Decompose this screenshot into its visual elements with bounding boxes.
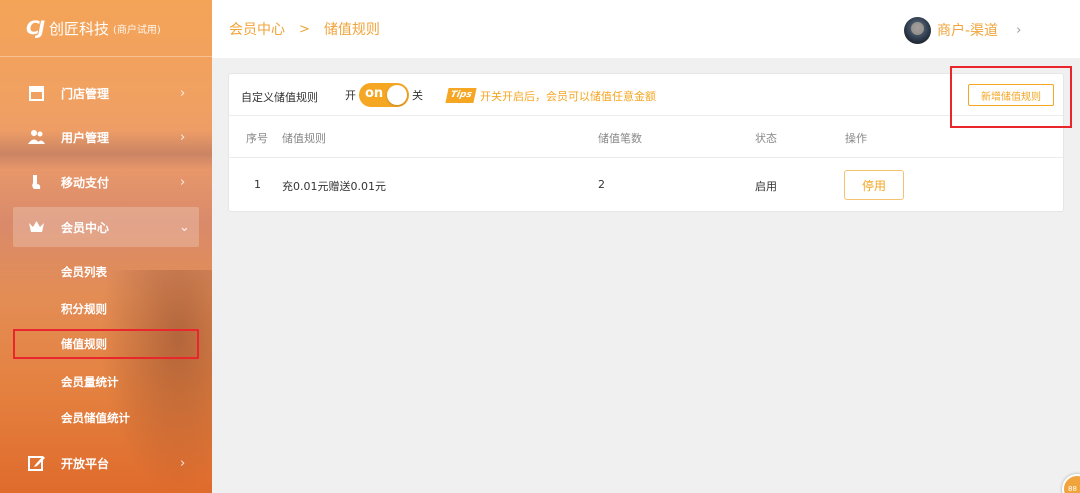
- column-header-rule: 储值规则: [282, 132, 326, 145]
- toggle-knob: [387, 85, 407, 105]
- sidebar-subitem-label: 会员量统计: [61, 375, 119, 389]
- sidebar-item-label: 会员中心: [61, 220, 110, 235]
- breadcrumb-item-member-center[interactable]: 会员中心: [229, 19, 285, 39]
- sidebar-item-open-platform[interactable]: 开放平台 ›: [0, 443, 212, 483]
- chevron-right-icon: ›: [180, 455, 186, 471]
- tips-badge-icon: Tips: [445, 88, 477, 103]
- chevron-right-icon: ›: [180, 129, 186, 145]
- logo-divider: [0, 56, 212, 57]
- column-header-status: 状态: [755, 132, 777, 145]
- add-button-highlight-outline: [950, 66, 1072, 128]
- sidebar-subitem-member-list[interactable]: 会员列表: [0, 258, 212, 286]
- chevron-down-icon: ⌄: [179, 219, 190, 235]
- column-header-count: 储值笔数: [598, 132, 642, 145]
- cell-count: 2: [598, 178, 605, 191]
- breadcrumb-separator: >: [299, 21, 310, 37]
- sidebar-item-mobile-pay[interactable]: 移动支付 ›: [0, 162, 212, 202]
- crown-icon: [29, 221, 44, 232]
- toggle-off-label: 关: [412, 89, 423, 102]
- cell-rule: 充0.01元赠送0.01元: [282, 180, 386, 193]
- sidebar-subitem-member-stats[interactable]: 会员量统计: [0, 368, 212, 396]
- logo-mark: CJ: [26, 17, 45, 39]
- custom-rule-label: 自定义储值规则: [241, 91, 318, 104]
- app-name: 创匠科技: [49, 19, 110, 38]
- breadcrumb: 会员中心 > 储值规则: [229, 19, 380, 39]
- top-header: 会员中心 > 储值规则 商户-渠道 ›: [212, 0, 1080, 58]
- sidebar-subitem-points-rules[interactable]: 积分规则: [0, 295, 212, 323]
- toggle-on-label: 开: [345, 89, 356, 102]
- sidebar-subitem-label: 会员储值统计: [61, 411, 130, 425]
- sidebar: CJ 创匠科技 (商户试用) 门店管理 › 用户管理 › 移动支付 › 会员中心…: [0, 0, 212, 493]
- store-icon: [29, 86, 44, 101]
- column-header-action: 操作: [845, 132, 867, 145]
- avatar: [904, 16, 931, 44]
- sidebar-item-label: 用户管理: [61, 130, 110, 145]
- cell-index: 1: [254, 178, 261, 191]
- table-row: 1 充0.01元赠送0.01元 2 启用 停用: [229, 158, 1063, 212]
- disable-rule-button[interactable]: 停用: [844, 170, 904, 200]
- toggle-text: on: [365, 86, 384, 101]
- sidebar-subitem-stored-value-rules[interactable]: 储值规则: [13, 329, 199, 359]
- mobile-pay-icon: [32, 175, 41, 189]
- chevron-right-icon: ›: [1016, 22, 1022, 38]
- sidebar-subitem-label: 积分规则: [61, 302, 107, 316]
- floating-badge[interactable]: 88: [1062, 474, 1080, 493]
- chevron-right-icon: ›: [180, 174, 186, 190]
- breadcrumb-item-current: 储值规则: [323, 22, 380, 38]
- sidebar-item-store[interactable]: 门店管理 ›: [0, 73, 212, 113]
- sidebar-subitem-label: 储值规则: [61, 337, 107, 351]
- column-header-index: 序号: [246, 132, 268, 145]
- sidebar-item-label: 门店管理: [61, 86, 110, 101]
- cell-status: 启用: [755, 180, 777, 193]
- stored-value-rules-card: 自定义储值规则 开 on 关 Tips 开关开启后，会员可以储值任意金额 新增储…: [228, 73, 1064, 212]
- rules-toolbar: 自定义储值规则 开 on 关 Tips 开关开启后，会员可以储值任意金额 新增储…: [229, 74, 1063, 116]
- edit-icon: [28, 456, 45, 471]
- sidebar-item-member-center[interactable]: 会员中心 ⌄: [13, 207, 199, 247]
- tips-text: 开关开启后，会员可以储值任意金额: [480, 90, 656, 103]
- custom-rule-toggle[interactable]: on: [359, 83, 409, 107]
- table-header: 序号 储值规则 储值笔数 状态 操作: [229, 116, 1063, 158]
- sidebar-item-users[interactable]: 用户管理 ›: [0, 117, 212, 157]
- user-name: 商户-渠道: [937, 23, 999, 39]
- sidebar-item-label: 移动支付: [61, 175, 110, 190]
- user-menu[interactable]: 商户-渠道 ›: [904, 16, 1021, 44]
- sidebar-subitem-stored-value-stats[interactable]: 会员储值统计: [0, 404, 212, 432]
- app-logo[interactable]: CJ 创匠科技 (商户试用): [26, 14, 161, 42]
- sidebar-item-label: 开放平台: [61, 456, 110, 471]
- sidebar-subitem-label: 会员列表: [61, 265, 107, 279]
- app-subtitle: (商户试用): [113, 24, 161, 36]
- chevron-right-icon: ›: [180, 85, 186, 101]
- users-icon: [28, 130, 45, 144]
